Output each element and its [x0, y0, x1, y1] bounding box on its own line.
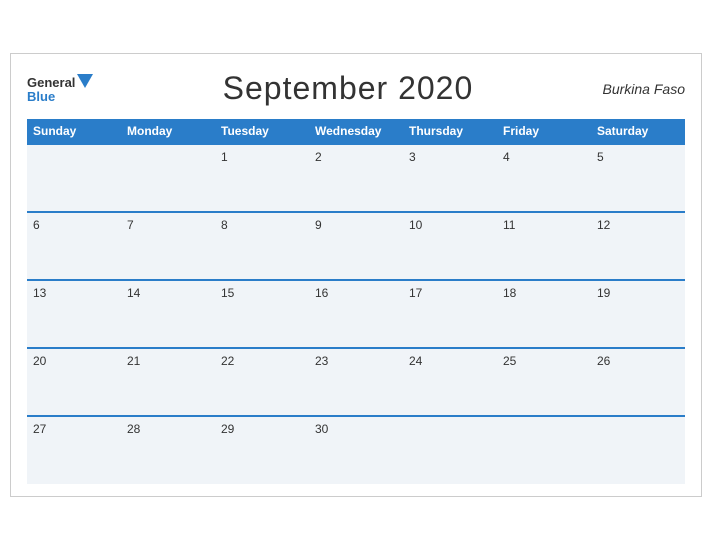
day-number: 29 — [221, 422, 234, 436]
day-number: 30 — [315, 422, 328, 436]
day-cell-10: 10 — [403, 212, 497, 280]
day-cell-5: 5 — [591, 144, 685, 212]
day-number: 24 — [409, 354, 422, 368]
day-cell-27: 27 — [27, 416, 121, 484]
week-row-2: 6 7 8 9 10 11 12 — [27, 212, 685, 280]
day-cell-15: 15 — [215, 280, 309, 348]
day-cell-7: 7 — [121, 212, 215, 280]
calendar-table: SundayMondayTuesdayWednesdayThursdayFrid… — [27, 119, 685, 484]
week-row-4: 20 21 22 23 24 25 26 — [27, 348, 685, 416]
empty-day-cell — [591, 416, 685, 484]
day-cell-1: 1 — [215, 144, 309, 212]
empty-day-cell — [403, 416, 497, 484]
day-number: 3 — [409, 150, 416, 164]
day-number: 4 — [503, 150, 510, 164]
day-cell-13: 13 — [27, 280, 121, 348]
day-number: 10 — [409, 218, 422, 232]
day-number: 13 — [33, 286, 46, 300]
calendar-title: September 2020 — [223, 70, 474, 107]
logo-blue-text: Blue — [27, 90, 93, 103]
day-cell-11: 11 — [497, 212, 591, 280]
day-cell-26: 26 — [591, 348, 685, 416]
weekday-header-thursday: Thursday — [403, 119, 497, 144]
day-cell-17: 17 — [403, 280, 497, 348]
calendar-container: General Blue September 2020 Burkina Faso… — [10, 53, 702, 497]
day-number: 9 — [315, 218, 322, 232]
day-cell-22: 22 — [215, 348, 309, 416]
day-cell-25: 25 — [497, 348, 591, 416]
weekday-header-tuesday: Tuesday — [215, 119, 309, 144]
empty-day-cell — [121, 144, 215, 212]
day-number: 25 — [503, 354, 516, 368]
day-number: 27 — [33, 422, 46, 436]
day-number: 6 — [33, 218, 40, 232]
day-cell-16: 16 — [309, 280, 403, 348]
day-number: 19 — [597, 286, 610, 300]
calendar-header: General Blue September 2020 Burkina Faso — [27, 70, 685, 107]
weekday-header-saturday: Saturday — [591, 119, 685, 144]
day-number: 1 — [221, 150, 228, 164]
empty-day-cell — [27, 144, 121, 212]
day-number: 28 — [127, 422, 140, 436]
day-cell-12: 12 — [591, 212, 685, 280]
day-cell-9: 9 — [309, 212, 403, 280]
day-cell-30: 30 — [309, 416, 403, 484]
logo-general-text: General — [27, 76, 75, 89]
weekday-header-monday: Monday — [121, 119, 215, 144]
empty-day-cell — [497, 416, 591, 484]
day-cell-2: 2 — [309, 144, 403, 212]
weekday-header-sunday: Sunday — [27, 119, 121, 144]
day-cell-23: 23 — [309, 348, 403, 416]
week-row-3: 13 14 15 16 17 18 19 — [27, 280, 685, 348]
day-cell-14: 14 — [121, 280, 215, 348]
day-number: 11 — [503, 218, 515, 232]
day-number: 5 — [597, 150, 604, 164]
day-cell-3: 3 — [403, 144, 497, 212]
day-number: 16 — [315, 286, 328, 300]
day-cell-6: 6 — [27, 212, 121, 280]
week-row-1: 1 2 3 4 5 — [27, 144, 685, 212]
day-cell-8: 8 — [215, 212, 309, 280]
day-number: 26 — [597, 354, 610, 368]
day-number: 17 — [409, 286, 422, 300]
day-number: 2 — [315, 150, 322, 164]
day-number: 22 — [221, 354, 234, 368]
day-cell-24: 24 — [403, 348, 497, 416]
weekday-header-row: SundayMondayTuesdayWednesdayThursdayFrid… — [27, 119, 685, 144]
weekday-header-wednesday: Wednesday — [309, 119, 403, 144]
country-label: Burkina Faso — [603, 81, 685, 97]
day-number: 14 — [127, 286, 140, 300]
day-cell-19: 19 — [591, 280, 685, 348]
day-cell-21: 21 — [121, 348, 215, 416]
day-number: 12 — [597, 218, 610, 232]
day-cell-4: 4 — [497, 144, 591, 212]
day-cell-28: 28 — [121, 416, 215, 484]
day-number: 20 — [33, 354, 46, 368]
day-number: 23 — [315, 354, 328, 368]
week-row-5: 27 28 29 30 — [27, 416, 685, 484]
day-number: 18 — [503, 286, 516, 300]
logo-triangle-icon — [77, 74, 93, 90]
day-cell-29: 29 — [215, 416, 309, 484]
day-cell-20: 20 — [27, 348, 121, 416]
logo: General Blue — [27, 74, 93, 103]
day-number: 8 — [221, 218, 228, 232]
weekday-header-friday: Friday — [497, 119, 591, 144]
day-number: 21 — [127, 354, 140, 368]
day-number: 15 — [221, 286, 234, 300]
day-cell-18: 18 — [497, 280, 591, 348]
day-number: 7 — [127, 218, 134, 232]
